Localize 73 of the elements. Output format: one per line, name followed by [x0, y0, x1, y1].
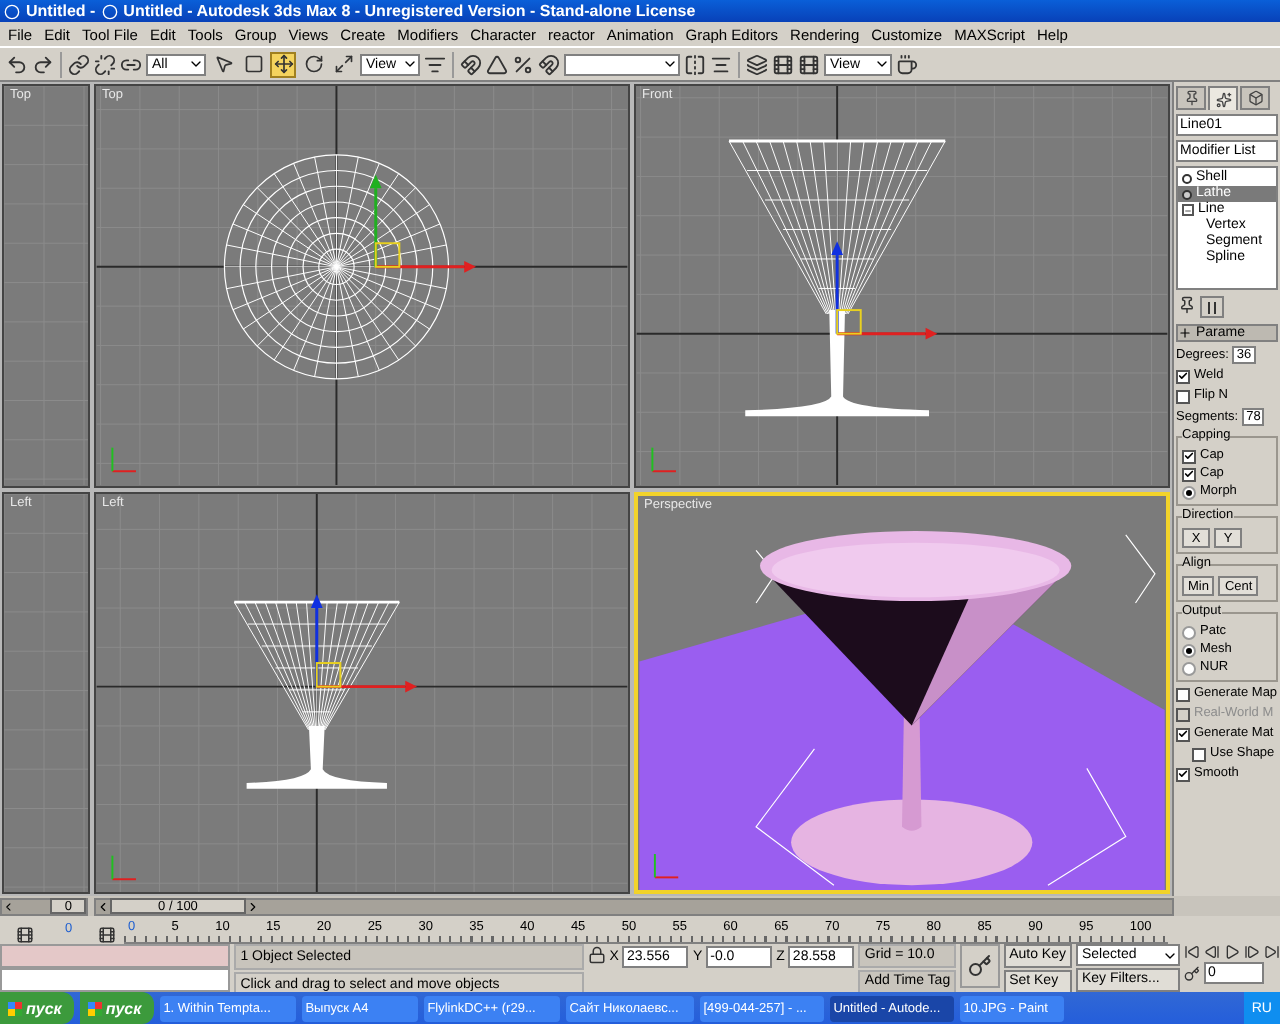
angle-snap-icon[interactable] [486, 53, 508, 75]
caret-icon[interactable] [662, 56, 678, 72]
link-icon[interactable] [68, 53, 90, 75]
move-gizmo-icon[interactable] [369, 174, 476, 273]
rotate-icon[interactable] [300, 51, 326, 77]
checkbox[interactable] [1176, 727, 1190, 741]
spinner-snap-icon[interactable] [538, 53, 560, 75]
checkbox[interactable] [1176, 369, 1190, 383]
next-frame-icon[interactable] [1243, 944, 1260, 960]
select-arrow-icon[interactable] [210, 51, 236, 77]
check-icon [1178, 728, 1188, 740]
mirror-icon[interactable] [684, 53, 706, 75]
unlink-icon[interactable] [94, 53, 116, 75]
align-icon[interactable] [710, 53, 732, 75]
lock-icon[interactable] [587, 946, 606, 964]
axis-tripod-icon [651, 446, 677, 473]
snap-icon[interactable] [460, 53, 482, 75]
checkbox[interactable] [1176, 767, 1190, 781]
start-button[interactable]: пуск [0, 992, 74, 1024]
hierarchy-icon[interactable] [1240, 86, 1270, 110]
checkbox[interactable] [1192, 747, 1206, 761]
radio-button[interactable] [1182, 661, 1196, 675]
wireframe-glass-drawing[interactable] [233, 599, 400, 788]
maxscript-input[interactable] [0, 968, 231, 992]
caret-icon[interactable] [874, 56, 890, 72]
axis-tripod-icon [111, 446, 137, 473]
key-mode-icon[interactable] [1183, 965, 1200, 981]
region-select-icon[interactable] [240, 51, 266, 77]
shaded-glass-drawing[interactable] [759, 530, 1072, 885]
key-button[interactable] [960, 944, 1000, 988]
undo-icon[interactable] [6, 53, 28, 75]
move-gizmo-icon[interactable] [831, 241, 938, 340]
show-end-result-button[interactable] [1200, 296, 1224, 318]
check-icon [1178, 768, 1188, 780]
move-icon[interactable] [270, 51, 296, 77]
caret-icon[interactable] [402, 56, 418, 72]
app-icon [4, 3, 20, 19]
create-icon[interactable] [1176, 86, 1206, 110]
pin-stack-icon[interactable] [1178, 296, 1196, 314]
axis-tripod-icon [653, 852, 680, 878]
arrow-right-icon[interactable] [246, 899, 260, 913]
wireframe-disc-drawing[interactable] [223, 154, 450, 380]
start-button[interactable]: пуск [79, 992, 154, 1024]
redo-icon[interactable] [32, 53, 54, 75]
checkbox[interactable] [1176, 389, 1190, 403]
check-icon [1178, 370, 1188, 382]
named-selection-dropdown[interactable] [564, 53, 680, 75]
percent-snap-icon[interactable] [512, 53, 534, 75]
expand-icon[interactable] [1178, 326, 1192, 340]
app-icon [101, 3, 118, 19]
go-to-end-icon[interactable] [1263, 944, 1280, 960]
key-icon [967, 954, 992, 978]
checkbox[interactable] [1176, 687, 1190, 701]
window-title: Untitled - Autodesk 3ds Max 8 - Unregistered Version - Stand-alone License [123, 1, 696, 21]
go-to-start-icon[interactable] [1183, 944, 1200, 960]
previous-frame-icon[interactable] [1203, 944, 1220, 960]
radio-button[interactable] [1182, 485, 1196, 499]
axis-tripod-icon [111, 853, 137, 880]
arrow-left-icon[interactable] [2, 899, 15, 913]
window-title: Untitled - [26, 1, 96, 21]
checkbox[interactable] [1182, 467, 1196, 481]
layers-icon[interactable] [746, 53, 768, 75]
collapse-icon[interactable] [1184, 205, 1192, 215]
wireframe-glass-drawing[interactable] [728, 139, 946, 417]
arrow-left-icon[interactable] [96, 899, 110, 913]
caret-icon[interactable] [188, 56, 204, 72]
move-gizmo-icon[interactable] [310, 593, 418, 692]
modify-icon[interactable] [1208, 86, 1238, 110]
checkbox[interactable] [1182, 449, 1196, 463]
scale-icon[interactable] [330, 51, 356, 77]
play-icon[interactable] [1223, 944, 1240, 960]
radio-button[interactable] [1182, 643, 1196, 657]
radio-button[interactable] [1182, 625, 1196, 639]
